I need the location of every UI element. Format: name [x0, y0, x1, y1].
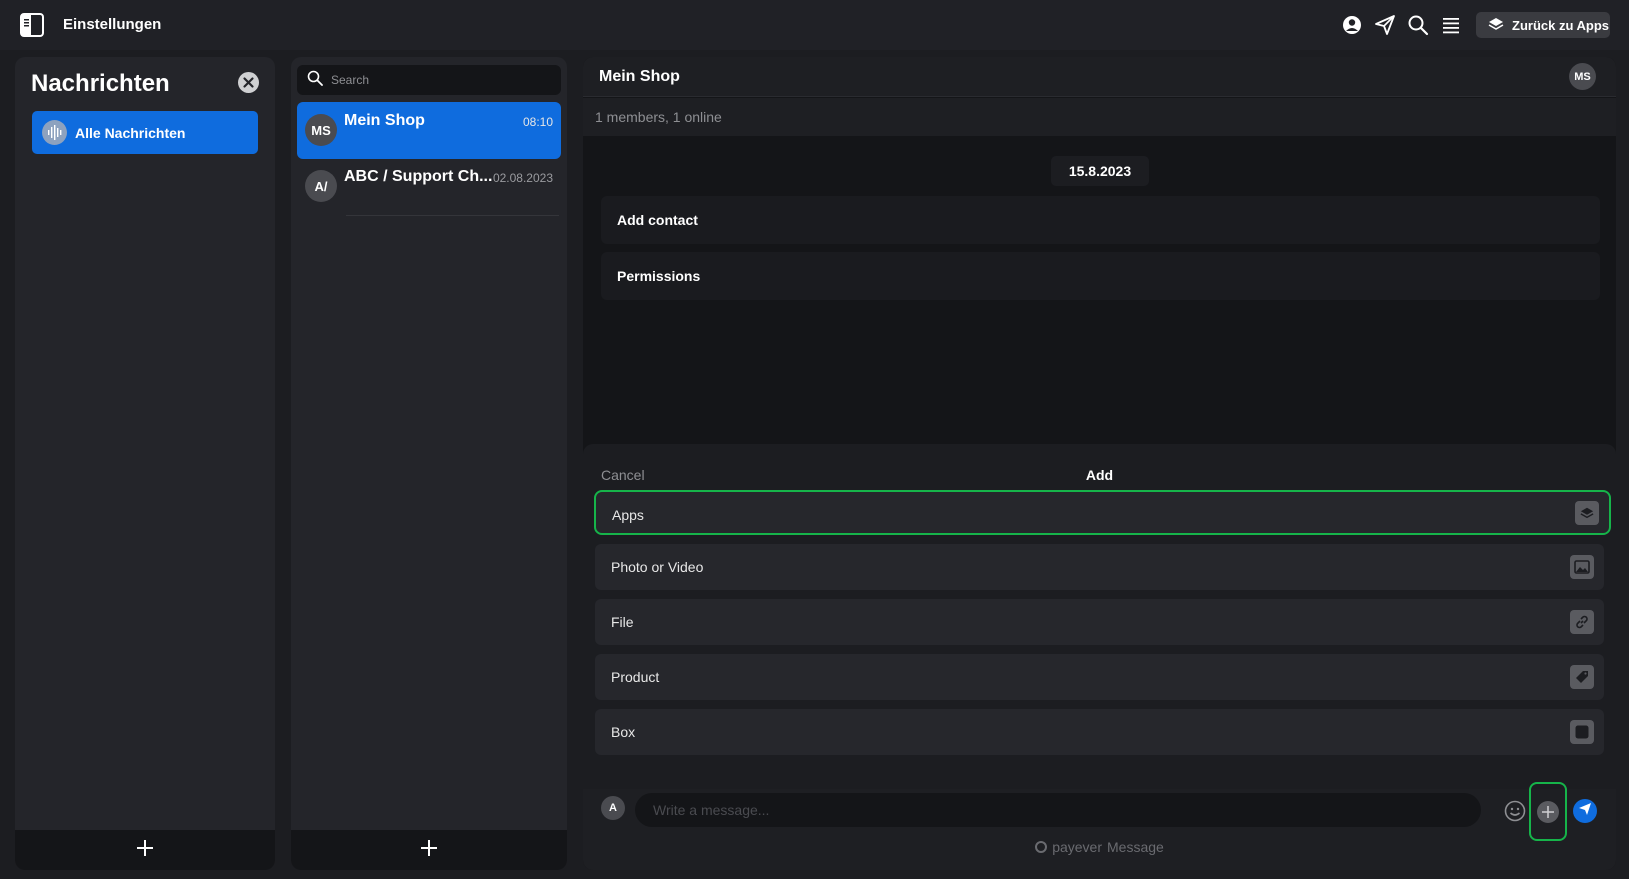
sheet-title: Add: [1085, 467, 1114, 483]
option-file[interactable]: File: [595, 599, 1604, 645]
option-label: Apps: [612, 507, 644, 523]
plus-icon: [135, 838, 155, 863]
plus-icon: [419, 838, 439, 863]
chat-name: Mein Shop: [344, 112, 425, 129]
close-icon[interactable]: [238, 72, 259, 93]
folders-title: Nachrichten: [31, 70, 170, 97]
avatar: A/: [305, 170, 337, 202]
conversation-header: Mein Shop MS: [583, 57, 1616, 97]
message-input-wrap: [635, 793, 1481, 827]
folder-item-all-messages[interactable]: Alle Nachrichten: [32, 111, 258, 154]
menu-icon[interactable]: [1440, 14, 1462, 36]
date-separator: 15.8.2023: [1051, 156, 1149, 186]
option-label: File: [611, 614, 634, 630]
members-bar: 1 members, 1 online: [583, 98, 1616, 136]
avatar[interactable]: MS: [1569, 63, 1596, 90]
message-card[interactable]: Permissions: [601, 252, 1600, 300]
folders-panel: Nachrichten Alle Nachrichten: [15, 57, 275, 870]
conversation-title: Mein Shop: [599, 68, 680, 85]
chat-name: ABC / Support Ch...: [344, 168, 493, 185]
send-icon[interactable]: [1374, 14, 1396, 36]
chat-list-panel: MS Mein Shop 08:10 A/ ABC / Support Ch..…: [291, 57, 567, 870]
option-label: Photo or Video: [611, 559, 704, 575]
option-apps[interactable]: Apps: [594, 490, 1611, 535]
brand-suffix: Message: [1107, 839, 1164, 855]
cancel-button[interactable]: Cancel: [601, 467, 645, 483]
chat-time: 02.08.2023: [492, 171, 553, 185]
layers-icon: [1488, 16, 1504, 35]
sidebar-toggle-icon[interactable]: [20, 13, 44, 37]
tag-icon: [1570, 665, 1594, 689]
add-folder-button[interactable]: [15, 830, 275, 870]
app-title: Einstellungen: [63, 16, 162, 33]
message-card-label: Permissions: [617, 268, 701, 284]
image-icon: [1570, 555, 1594, 579]
add-attachment-sheet: Cancel Add Apps Photo or Video File Prod…: [583, 444, 1616, 789]
message-composer: A payever Message: [583, 782, 1616, 870]
option-label: Box: [611, 724, 636, 740]
search-input[interactable]: [331, 73, 551, 87]
option-product[interactable]: Product: [595, 654, 1604, 700]
new-chat-button[interactable]: [291, 830, 567, 870]
send-button[interactable]: [1573, 799, 1597, 823]
soundwave-icon: [42, 120, 67, 145]
message-input[interactable]: [653, 793, 1481, 827]
user-icon[interactable]: [1341, 14, 1363, 36]
box-icon: [1570, 720, 1594, 744]
chat-time: 08:10: [522, 115, 553, 129]
send-icon: [1578, 802, 1592, 821]
message-card-label: Add contact: [617, 212, 698, 228]
top-bar: Einstellungen Zurück zu Apps: [0, 0, 1629, 50]
option-box[interactable]: Box: [595, 709, 1604, 755]
chat-item[interactable]: MS Mein Shop 08:10: [297, 102, 561, 159]
brand-name: payever: [1052, 839, 1102, 855]
folder-item-label: Alle Nachrichten: [75, 124, 186, 141]
divider: [346, 215, 559, 216]
conversation-panel: Mein Shop MS 1 members, 1 online 15.8.20…: [583, 57, 1616, 870]
brand-footer: payever Message: [583, 839, 1616, 855]
avatar: MS: [305, 114, 337, 146]
link-icon: [1570, 610, 1594, 634]
avatar: A: [601, 796, 625, 820]
brand-logo-icon: [1035, 841, 1048, 853]
option-photo-or-video[interactable]: Photo or Video: [595, 544, 1604, 590]
search-icon[interactable]: [1407, 14, 1429, 36]
chat-item[interactable]: A/ ABC / Support Ch... 02.08.2023: [297, 158, 561, 215]
search-box: [297, 65, 561, 95]
search-icon: [307, 70, 323, 91]
layers-icon: [1575, 501, 1599, 525]
option-label: Product: [611, 669, 660, 685]
message-card[interactable]: Add contact: [601, 196, 1600, 244]
add-attachment-button[interactable]: [1529, 782, 1567, 841]
emoji-icon[interactable]: [1504, 800, 1526, 822]
back-to-apps-label: Zurück zu Apps: [1512, 17, 1610, 33]
back-to-apps-button[interactable]: Zurück zu Apps: [1476, 12, 1610, 38]
members-status: 1 members, 1 online: [595, 109, 722, 125]
plus-icon: [1537, 801, 1559, 823]
